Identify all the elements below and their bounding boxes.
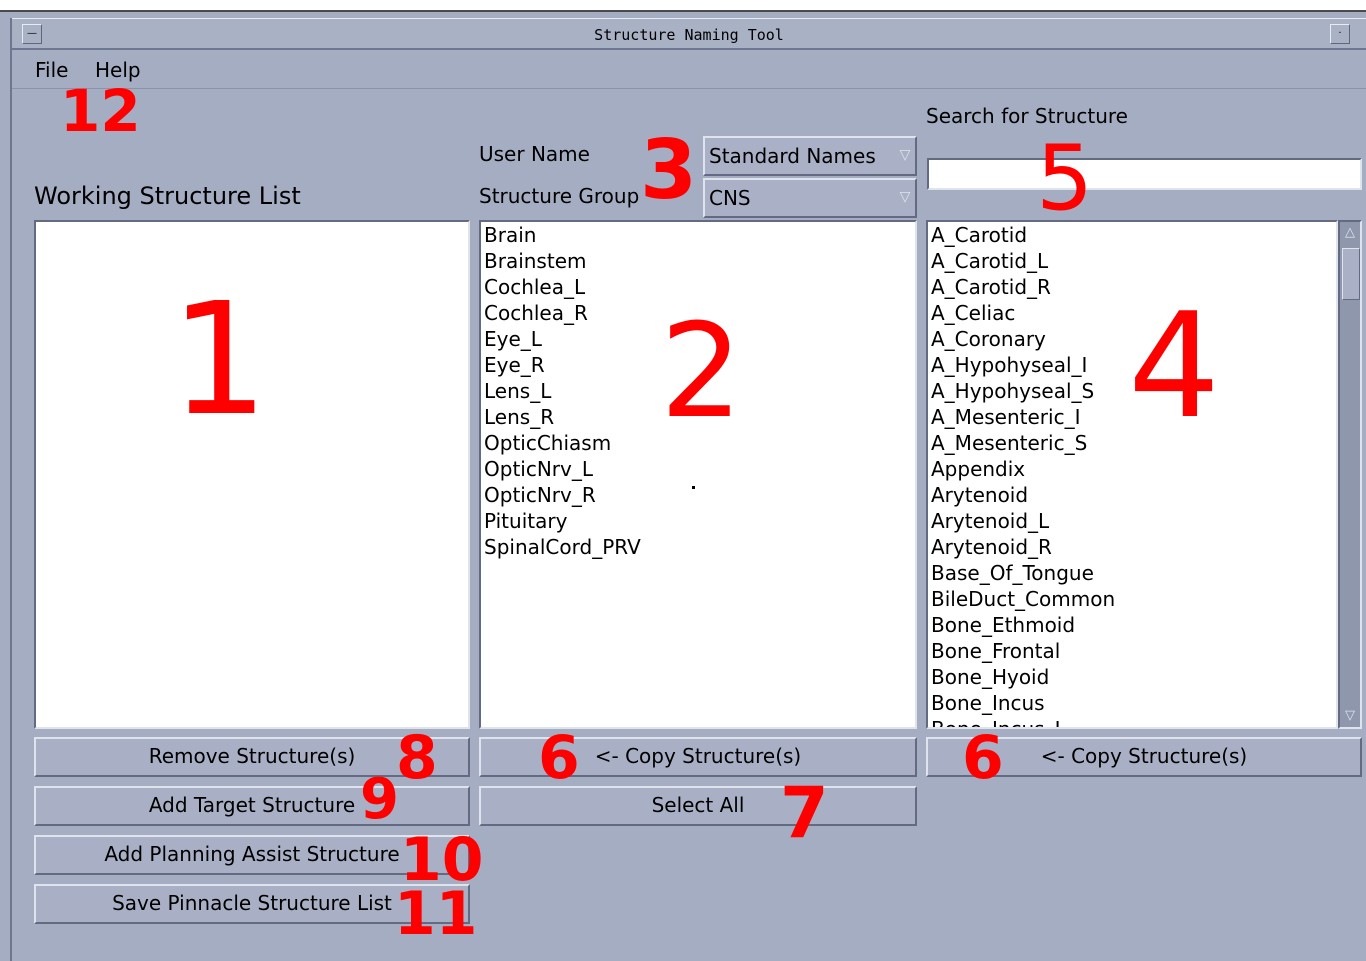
structure-group-list[interactable]: Brain Brainstem Cochlea_L Cochlea_R Eye_… <box>479 220 917 729</box>
user-name-label: User Name <box>479 142 590 166</box>
list-item[interactable]: A_Carotid <box>928 222 1336 248</box>
user-name-select-value: Standard Names <box>709 144 876 168</box>
structure-group-select-value: CNS <box>709 186 751 210</box>
save-pinnacle-structure-list-button[interactable]: Save Pinnacle Structure List <box>34 884 470 924</box>
search-result-list[interactable]: A_Carotid A_Carotid_L A_Carotid_R A_Celi… <box>926 220 1338 729</box>
list-item[interactable]: OpticNrv_R <box>481 482 915 508</box>
title-bar[interactable]: — Structure Naming Tool · <box>12 18 1366 50</box>
select-all-button[interactable]: Select All <box>479 786 917 826</box>
list-item[interactable]: Lens_L <box>481 378 915 404</box>
scroll-down-icon[interactable]: ▽ <box>1341 705 1359 727</box>
list-item[interactable]: Eye_L <box>481 326 915 352</box>
list-item[interactable]: Lens_R <box>481 404 915 430</box>
annotation-12: 12 <box>60 77 141 145</box>
stray-pixel <box>692 486 695 489</box>
working-list-title: Working Structure List <box>34 182 301 210</box>
remove-structures-button[interactable]: Remove Structure(s) <box>34 737 470 777</box>
list-item[interactable]: Appendix <box>928 456 1336 482</box>
list-item[interactable]: Pituitary <box>481 508 915 534</box>
list-item[interactable]: Base_Of_Tongue <box>928 560 1336 586</box>
window-left-edge <box>10 18 12 961</box>
list-item[interactable]: A_Hypohyseal_I <box>928 352 1336 378</box>
menu-bar: File Help <box>12 52 1366 89</box>
list-item[interactable]: A_Coronary <box>928 326 1336 352</box>
search-list-scrollbar[interactable]: △ ▽ <box>1338 220 1362 729</box>
add-target-structure-button[interactable]: Add Target Structure <box>34 786 470 826</box>
list-item[interactable]: OpticNrv_L <box>481 456 915 482</box>
menu-file[interactable]: File <box>35 58 68 82</box>
dropdown-arrow-icon: ▽ <box>899 147 911 163</box>
list-item[interactable]: BileDuct_Common <box>928 586 1336 612</box>
list-item[interactable]: Bone_Hyoid <box>928 664 1336 690</box>
list-item[interactable]: Brainstem <box>481 248 915 274</box>
add-planning-assist-structure-button[interactable]: Add Planning Assist Structure <box>34 835 470 875</box>
list-item[interactable]: Eye_R <box>481 352 915 378</box>
list-item[interactable]: OpticChiasm <box>481 430 915 456</box>
list-item[interactable]: Bone_Frontal <box>928 638 1336 664</box>
list-item[interactable]: A_Carotid_R <box>928 274 1336 300</box>
minimize-icon[interactable]: · <box>1330 24 1350 44</box>
structure-group-label: Structure Group <box>479 184 640 208</box>
desktop-top-strip <box>0 0 1366 12</box>
list-item[interactable]: A_Celiac <box>928 300 1336 326</box>
list-item[interactable]: Arytenoid <box>928 482 1336 508</box>
list-item[interactable]: Cochlea_R <box>481 300 915 326</box>
search-label: Search for Structure <box>926 104 1128 128</box>
menu-help[interactable]: Help <box>95 58 141 82</box>
list-item[interactable]: Brain <box>481 222 915 248</box>
list-item[interactable]: Bone_Ethmoid <box>928 612 1336 638</box>
list-item[interactable]: Cochlea_L <box>481 274 915 300</box>
list-item[interactable]: A_Carotid_L <box>928 248 1336 274</box>
copy-from-search-button[interactable]: <- Copy Structure(s) <box>926 737 1362 777</box>
search-input[interactable] <box>927 158 1362 190</box>
dropdown-arrow-icon: ▽ <box>899 189 911 205</box>
copy-from-group-button[interactable]: <- Copy Structure(s) <box>479 737 917 777</box>
structure-group-select[interactable]: CNS ▽ <box>703 178 917 218</box>
list-item[interactable]: SpinalCord_PRV <box>481 534 915 560</box>
list-item[interactable]: Arytenoid_R <box>928 534 1336 560</box>
window-title: Structure Naming Tool <box>594 26 784 44</box>
working-structure-list[interactable] <box>34 220 470 729</box>
list-item[interactable]: A_Hypohyseal_S <box>928 378 1336 404</box>
list-item[interactable]: Bone_Incus_L <box>928 716 1336 727</box>
scroll-up-icon[interactable]: △ <box>1341 222 1359 244</box>
scrollbar-thumb[interactable] <box>1342 248 1360 300</box>
annotation-3: 3 <box>640 123 698 218</box>
list-item[interactable]: A_Mesenteric_S <box>928 430 1336 456</box>
user-name-select[interactable]: Standard Names ▽ <box>703 136 917 176</box>
list-item[interactable]: A_Mesenteric_I <box>928 404 1336 430</box>
list-item[interactable]: Bone_Incus <box>928 690 1336 716</box>
list-item[interactable]: Arytenoid_L <box>928 508 1336 534</box>
